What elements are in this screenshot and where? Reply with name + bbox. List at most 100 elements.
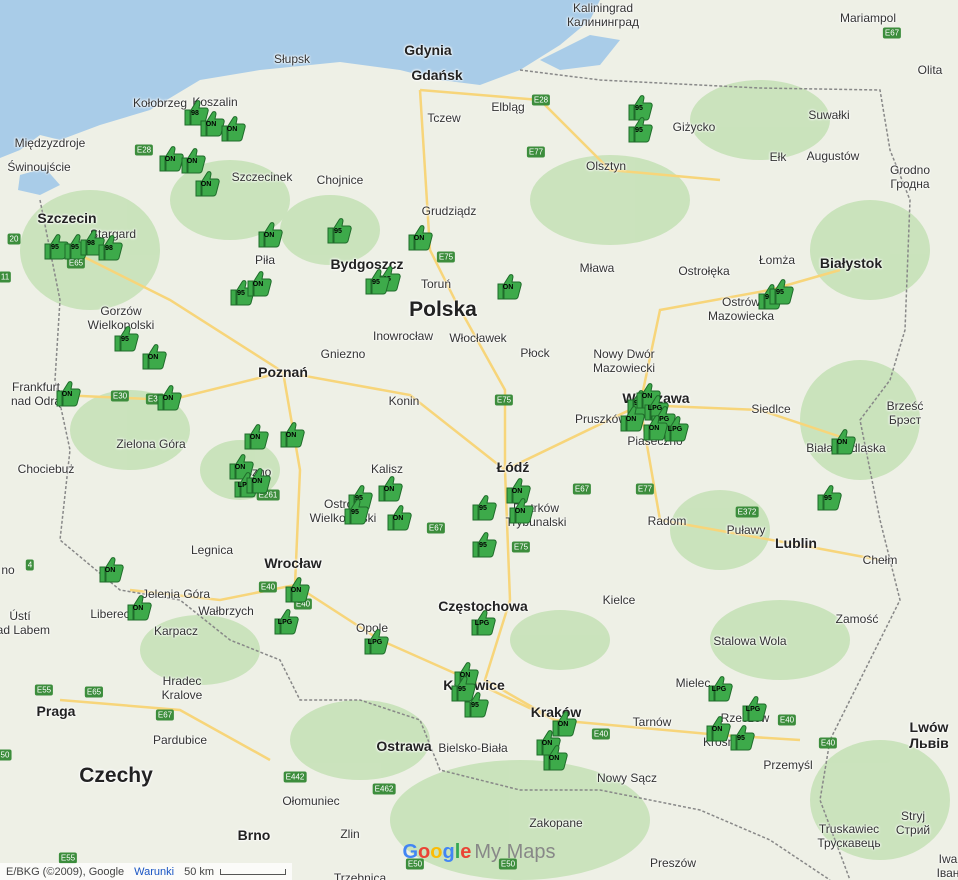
fuel-station-marker[interactable]: 95 [364, 267, 390, 295]
road-shield: E77 [635, 483, 655, 495]
marker-fuel-label: ON [251, 478, 263, 485]
fuel-station-marker[interactable]: 95 [471, 530, 497, 558]
marker-fuel-label: ON [186, 158, 198, 165]
fuel-station-marker[interactable]: ON [156, 383, 182, 411]
marker-fuel-label: LPG [474, 620, 490, 627]
road-shield: E462 [372, 783, 396, 795]
marker-fuel-label: ON [61, 391, 73, 398]
marker-fuel-label: ON [147, 354, 159, 361]
marker-fuel-label: ON [548, 755, 560, 762]
fuel-station-marker[interactable]: ON [98, 555, 124, 583]
fuel-station-marker[interactable]: LPG [470, 608, 496, 636]
scale-indicator: 50 km [184, 866, 287, 878]
marker-fuel-label: ON [162, 395, 174, 402]
fuel-station-marker[interactable]: ON [126, 593, 152, 621]
road-shield: E67 [572, 483, 592, 495]
road-shield: E75 [511, 541, 531, 553]
fuel-station-marker[interactable]: ON [55, 379, 81, 407]
fuel-station-marker[interactable]: 95 [471, 493, 497, 521]
fuel-station-marker[interactable]: ON [194, 169, 220, 197]
fuel-station-marker[interactable]: ON [542, 743, 568, 771]
fuel-station-marker[interactable]: ON [386, 503, 412, 531]
fuel-station-marker[interactable]: ON [377, 474, 403, 502]
scale-bar [220, 868, 287, 875]
marker-fuel-label: 95 [479, 542, 487, 549]
map-canvas[interactable]: Polska Czechy Szczecin Gdynia Bydgoszcz Pozna… [0, 0, 958, 880]
road-shield: E40 [591, 728, 611, 740]
fuel-station-marker[interactable]: 98 [97, 233, 123, 261]
marker-fuel-label: ON [249, 434, 261, 441]
marker-fuel-label: ON [132, 605, 144, 612]
marker-fuel-label: LPG [277, 619, 293, 626]
road-shield: 4 [25, 559, 35, 571]
fuel-station-marker[interactable]: LPG [707, 674, 733, 702]
marker-fuel-label: ON [263, 232, 275, 239]
marker-fuel-label: ON [836, 439, 848, 446]
my-maps-text: My Maps [474, 841, 556, 863]
marker-fuel-label: 95 [121, 336, 129, 343]
marker-fuel-label: 95 [635, 127, 643, 134]
road-shield: 11 [0, 271, 12, 283]
road-shield: 50 [0, 749, 12, 761]
google-logo-text: Google [402, 841, 472, 863]
marker-fuel-label: ON [392, 515, 404, 522]
fuel-station-marker[interactable]: ON [245, 466, 271, 494]
fuel-station-marker[interactable]: ON [284, 575, 310, 603]
fuel-station-marker[interactable]: 95 [326, 216, 352, 244]
road-shield: E372 [735, 506, 759, 518]
fuel-station-marker[interactable]: LPG [273, 607, 299, 635]
fuel-station-marker[interactable]: LPG [741, 694, 767, 722]
marker-fuel-label: 95 [479, 505, 487, 512]
marker-fuel-label: 95 [776, 289, 784, 296]
marker-fuel-label: ON [413, 235, 425, 242]
road-shield: E65 [84, 686, 104, 698]
fuel-station-marker[interactable]: LPG [363, 627, 389, 655]
fuel-station-marker[interactable]: ON [496, 272, 522, 300]
marker-fuel-label: ON [625, 416, 637, 423]
fuel-station-marker[interactable]: ON [705, 714, 731, 742]
fuel-station-marker[interactable]: ON [642, 413, 668, 441]
fuel-station-marker[interactable]: ON [243, 422, 269, 450]
fuel-station-marker[interactable]: 95 [729, 723, 755, 751]
road-shield: E40 [258, 581, 278, 593]
marker-fuel-label: 95 [351, 509, 359, 516]
map-footer: E/BKG (©2009), Google Warunki 50 km [0, 863, 293, 880]
marker-fuel-label: ON [648, 425, 660, 432]
marker-fuel-label: ON [104, 567, 116, 574]
road-shield: E67 [882, 27, 902, 39]
marker-fuel-label: ON [502, 284, 514, 291]
fuel-station-marker[interactable]: ON [407, 223, 433, 251]
fuel-station-marker[interactable]: ON [830, 427, 856, 455]
marker-fuel-label: ON [511, 488, 523, 495]
fuel-station-marker[interactable]: ON [279, 420, 305, 448]
fuel-station-marker[interactable]: 95 [343, 497, 369, 525]
road-shield: E55 [34, 684, 54, 696]
road-shield: E40 [777, 714, 797, 726]
road-shield: E75 [436, 251, 456, 263]
marker-fuel-label: ON [200, 181, 212, 188]
fuel-station-marker[interactable]: 95 [768, 277, 794, 305]
fuel-station-marker[interactable]: 95 [113, 324, 139, 352]
marker-fuel-label: 95 [635, 105, 643, 112]
fuel-station-marker[interactable]: 95 [627, 115, 653, 143]
fuel-station-marker[interactable]: ON [220, 114, 246, 142]
marker-fuel-label: LPG [367, 639, 383, 646]
road-shield: E28 [531, 94, 551, 106]
fuel-station-marker[interactable]: 95 [463, 690, 489, 718]
road-shield: E442 [283, 771, 307, 783]
fuel-station-marker[interactable]: ON [141, 342, 167, 370]
marker-fuel-label: ON [383, 486, 395, 493]
road-shield: 20 [7, 233, 21, 245]
marker-fuel-label: ON [557, 721, 569, 728]
fuel-station-marker[interactable]: ON [257, 220, 283, 248]
marker-fuel-label: 95 [372, 279, 380, 286]
marker-fuel-label: ON [514, 508, 526, 515]
fuel-station-marker[interactable]: 95 [816, 483, 842, 511]
terms-link[interactable]: Warunki [134, 866, 174, 878]
fuel-station-marker[interactable]: ON [246, 269, 272, 297]
marker-fuel-label: 95 [737, 735, 745, 742]
road-shield: E28 [134, 144, 154, 156]
fuel-station-marker[interactable]: ON [508, 496, 534, 524]
road-shield: E40 [818, 737, 838, 749]
road-shield: E67 [426, 522, 446, 534]
